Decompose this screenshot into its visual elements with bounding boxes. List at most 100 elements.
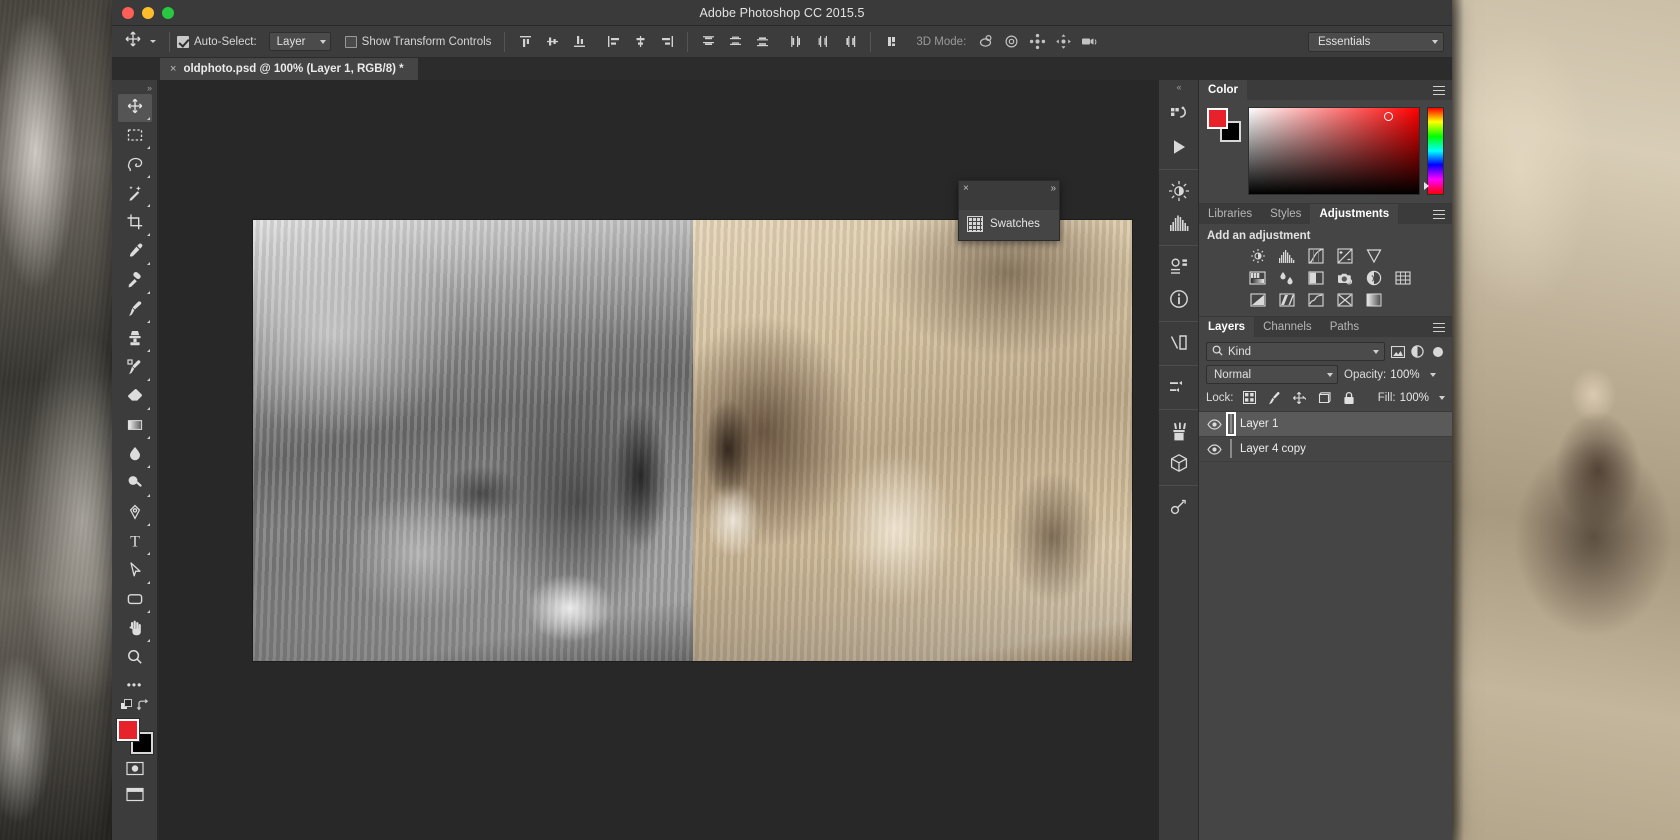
align-vertical-group[interactable] [512, 29, 592, 55]
fill-control[interactable]: Fill: 100% [1378, 392, 1445, 404]
clone-source-icon[interactable] [1163, 491, 1195, 523]
close-window-button[interactable] [122, 7, 134, 19]
close-icon[interactable]: × [963, 184, 969, 194]
tool-blur[interactable] [118, 442, 152, 470]
tool-eyedropper[interactable] [118, 239, 152, 267]
zoom-window-button[interactable] [162, 7, 174, 19]
minimize-window-button[interactable] [142, 7, 154, 19]
quick-mask-icon[interactable] [126, 761, 144, 781]
notes-icon[interactable] [1163, 327, 1195, 359]
tab-styles[interactable]: Styles [1261, 204, 1310, 224]
workspace-switcher[interactable]: Essentials [1308, 32, 1444, 52]
distribute-bottom-edges-icon[interactable] [749, 29, 775, 55]
lock-transparent-pixels-icon[interactable] [1242, 390, 1257, 405]
align-bottom-edges-icon[interactable] [566, 29, 592, 55]
distribute-left-edges-icon[interactable] [783, 29, 809, 55]
align-vertical-centers-icon[interactable] [539, 29, 565, 55]
gradient-map-icon[interactable] [1365, 292, 1382, 308]
document-image[interactable] [253, 220, 1132, 661]
tool-move[interactable] [118, 94, 152, 122]
photo-filter-icon[interactable] [1336, 270, 1353, 286]
lock-buttons[interactable] [1242, 390, 1357, 405]
adjustments-brightness-icon[interactable] [1163, 175, 1195, 207]
posterize-icon[interactable] [1278, 292, 1295, 308]
canvas-area[interactable]: × » Swatches [158, 80, 1158, 840]
tab-adjustments[interactable]: Adjustments [1310, 204, 1398, 224]
layers-panel-menu-button[interactable] [1433, 317, 1452, 337]
auto-select-scope-select[interactable]: Layer [269, 32, 331, 51]
screen-mode-controls[interactable] [126, 761, 144, 807]
align-horizontal-centers-icon[interactable] [627, 29, 653, 55]
swap-colors-icon[interactable] [137, 699, 150, 717]
align-top-edges-icon[interactable] [512, 29, 538, 55]
foreground-color-swatch[interactable] [117, 719, 139, 741]
blend-mode-select[interactable]: Normal [1206, 365, 1338, 384]
vibrance-icon[interactable] [1365, 248, 1382, 264]
opacity-value[interactable]: 100% [1390, 369, 1419, 381]
default-colors-icon[interactable] [120, 699, 133, 717]
expand-panel-icon[interactable]: » [1050, 184, 1055, 194]
distribute-top-edges-icon[interactable] [695, 29, 721, 55]
color-panel-foreground-swatch[interactable] [1207, 108, 1228, 129]
tab-paths[interactable]: Paths [1321, 317, 1368, 337]
show-transform-controls-checkbox[interactable]: Show Transform Controls [345, 36, 492, 48]
color-panel-swatches[interactable] [1207, 108, 1241, 142]
3d-slide-icon[interactable] [1050, 29, 1076, 55]
color-hue-slider[interactable] [1427, 107, 1444, 195]
layer-thumbnail-wrap[interactable] [1230, 440, 1232, 458]
tool-presets-icon[interactable] [1163, 371, 1195, 403]
color-picker-field[interactable] [1248, 107, 1420, 195]
layer-filter-type-icons[interactable] [1390, 344, 1425, 359]
edit-toolbar-button[interactable]: ••• [118, 674, 152, 696]
collapse-panels-button[interactable]: « [1159, 80, 1198, 94]
brush-presets-icon[interactable] [1163, 415, 1195, 447]
distribute-vertical-group[interactable] [695, 29, 775, 55]
table-row[interactable]: Layer 1 [1199, 412, 1452, 437]
layer-thumbnail[interactable] [1230, 414, 1232, 433]
3d-orbit-icon[interactable] [972, 29, 998, 55]
tab-color[interactable]: Color [1199, 80, 1247, 100]
color-balance-icon[interactable] [1278, 270, 1295, 286]
filter-pixel-layers-icon[interactable] [1390, 344, 1405, 359]
brightness-contrast-icon[interactable] [1249, 248, 1266, 264]
levels-icon[interactable] [1278, 248, 1295, 264]
histogram-icon[interactable] [1163, 207, 1195, 239]
properties-icon[interactable] [1163, 251, 1195, 283]
tool-dodge[interactable] [118, 471, 152, 499]
chevron-down-icon[interactable] [1439, 396, 1445, 400]
3d-panel-icon[interactable] [1163, 447, 1195, 479]
close-icon[interactable]: × [170, 63, 176, 75]
swatches-floating-panel[interactable]: × » Swatches [958, 180, 1060, 241]
swatches-panel-body[interactable]: Swatches [959, 210, 1059, 240]
window-controls[interactable] [122, 7, 174, 19]
color-swap-controls[interactable] [120, 699, 150, 717]
tool-eraser[interactable] [118, 384, 152, 412]
align-right-edges-icon[interactable] [654, 29, 680, 55]
distribute-horizontal-group[interactable] [783, 29, 863, 55]
actions-play-icon[interactable] [1163, 131, 1195, 163]
selective-color-icon[interactable] [1336, 292, 1353, 308]
channel-mixer-icon[interactable] [1365, 270, 1382, 286]
layer-thumbnail-wrap[interactable] [1230, 415, 1232, 433]
tool-pen[interactable] [118, 500, 152, 528]
lock-image-pixels-icon[interactable] [1267, 390, 1282, 405]
tool-spot-healing-brush[interactable] [118, 268, 152, 296]
filter-adjustment-layers-icon[interactable] [1410, 344, 1425, 359]
threshold-icon[interactable] [1307, 292, 1324, 308]
tool-history-brush[interactable] [118, 355, 152, 383]
auto-select-checkbox[interactable]: Auto-Select: [177, 36, 257, 48]
exposure-icon[interactable] [1336, 248, 1353, 264]
layer-thumbnail[interactable] [1230, 439, 1232, 458]
align-left-edges-icon[interactable] [600, 29, 626, 55]
chevron-down-icon[interactable] [1430, 373, 1436, 377]
invert-icon[interactable] [1249, 292, 1266, 308]
tab-channels[interactable]: Channels [1254, 317, 1321, 337]
color-lookup-icon[interactable] [1394, 270, 1411, 286]
tool-quick-selection[interactable] [118, 181, 152, 209]
align-more-icon[interactable] [878, 29, 904, 55]
tool-preset-chevron-icon[interactable] [150, 40, 156, 43]
layer-filter-kind-select[interactable]: Kind [1206, 342, 1385, 361]
tab-libraries[interactable]: Libraries [1199, 204, 1261, 224]
show-transform-check-box-icon[interactable] [345, 36, 357, 48]
toolbar-expand-button[interactable]: » [112, 82, 157, 94]
